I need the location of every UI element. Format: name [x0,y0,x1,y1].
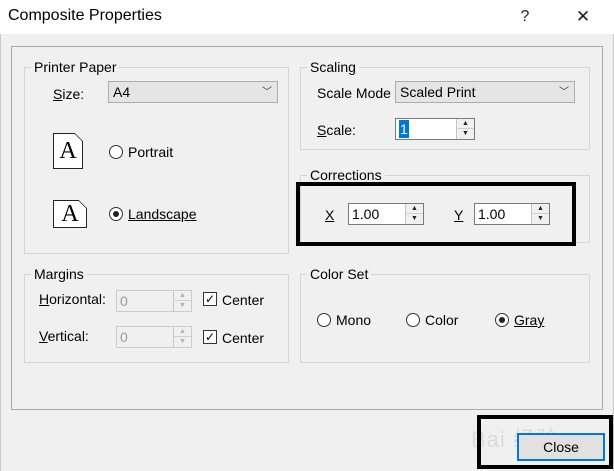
landscape-label[interactable]: Landscape [128,206,197,222]
center-horizontal-label-text: Center [222,292,265,308]
horizontal-margin-spinner[interactable]: 0 ▲ ▼ [116,290,192,312]
printer-paper-legend: Printer Paper [34,59,117,75]
chevron-down-icon: ﹀ [559,87,569,98]
spin-down-icon[interactable]: ▼ [174,301,191,311]
size-dropdown[interactable]: A4 ﹀ [108,81,278,103]
scale-mode-label: Scale Mode [317,85,391,101]
landscape-icon-letter: A [61,201,79,227]
color-set-legend: Color Set [310,266,369,282]
horizontal-value[interactable]: 0 [120,292,128,310]
scale-mode-dropdown[interactable]: Scaled Print ﹀ [395,81,575,103]
close-window-icon[interactable]: ✕ [560,0,606,34]
spin-up-icon[interactable]: ▲ [457,119,474,129]
mono-radio[interactable] [317,313,331,327]
help-button[interactable]: ? [502,0,548,34]
corrections-highlight-box [296,182,576,246]
landscape-radio[interactable] [109,207,123,221]
margins-legend: Margins [34,266,84,282]
center-horizontal-label[interactable]: Center [222,292,264,308]
chevron-down-icon: ﹀ [262,87,272,98]
center-horizontal-checkbox[interactable]: ✓ [203,292,217,306]
horizontal-label-rest: orizontal: [49,291,106,307]
dialog-client-area: Printer Paper Size: A4 ﹀ A Portrait A La… [0,34,614,471]
scale-mode-value: Scaled Print [400,84,476,100]
scale-label-rest: cale: [326,122,356,138]
scale-spinner-arrows: ▲ ▼ [456,119,474,139]
size-label: Size: [53,86,85,102]
spin-down-icon[interactable]: ▼ [457,129,474,139]
vertical-margin-spinner[interactable]: 0 ▲ ▼ [116,326,192,348]
spin-up-icon[interactable]: ▲ [174,291,191,301]
scale-label: Scale: [317,122,356,138]
color-radio[interactable] [406,313,420,327]
horizontal-label: Horizontal: [39,291,106,307]
properties-panel: Printer Paper Size: A4 ﹀ A Portrait A La… [11,46,603,410]
title-bar: Composite Properties ? ✕ [0,0,614,34]
color-label[interactable]: Color [425,312,458,328]
scale-spinner[interactable]: 1 ▲ ▼ [395,118,475,140]
portrait-radio[interactable] [109,145,123,159]
size-dropdown-value: A4 [113,84,131,100]
scale-value[interactable]: 1 [399,120,409,138]
landscape-paper-icon: A [53,200,87,228]
center-vertical-label-text: Center [222,330,265,346]
scaling-legend: Scaling [310,59,356,75]
vertical-spinner-arrows: ▲ ▼ [173,327,191,347]
size-label-rest: ize: [62,86,85,102]
close-highlight-box [477,415,613,469]
center-vertical-checkbox[interactable]: ✓ [203,330,217,344]
vertical-value[interactable]: 0 [120,328,128,346]
spin-down-icon[interactable]: ▼ [174,337,191,347]
portrait-paper-icon: A [53,133,83,169]
vertical-label-rest: ertical: [47,328,89,344]
vertical-label: Vertical: [39,328,89,344]
corrections-legend: Corrections [310,167,382,183]
margins-group: Margins [24,266,289,363]
portrait-icon-letter: A [59,138,77,164]
gray-label[interactable]: Gray [514,312,544,328]
center-vertical-label[interactable]: Center [222,330,264,346]
gray-radio[interactable] [495,313,509,327]
spin-up-icon[interactable]: ▲ [174,327,191,337]
mono-label[interactable]: Mono [336,312,371,328]
portrait-label[interactable]: Portrait [128,144,173,160]
window-title: Composite Properties [8,7,162,24]
horizontal-spinner-arrows: ▲ ▼ [173,291,191,311]
